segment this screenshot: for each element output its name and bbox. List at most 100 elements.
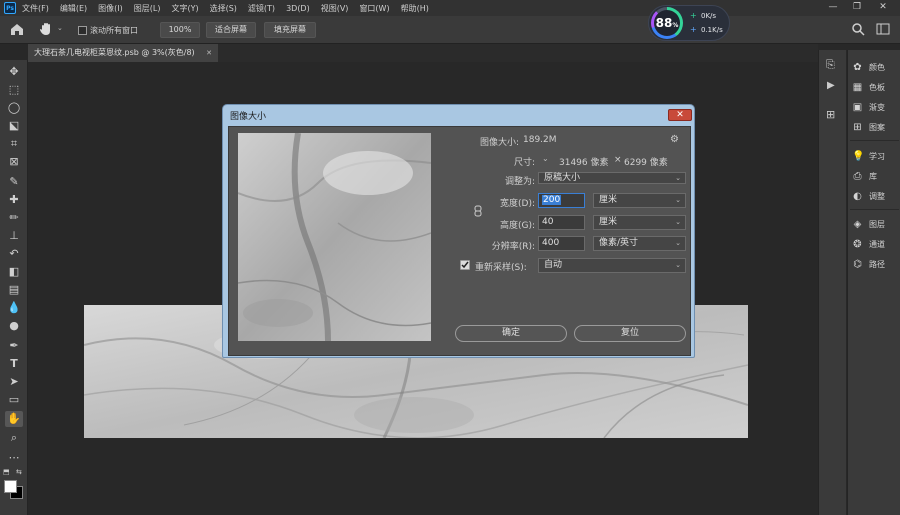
menu-file[interactable]: 文件(F): [22, 3, 49, 14]
layers-icon: ◈: [853, 218, 862, 230]
download-arrow-icon: +: [690, 25, 697, 34]
width-unit-select[interactable]: 厘米 ⌄: [593, 193, 686, 208]
resolution-unit-select[interactable]: 像素/英寸 ⌄: [593, 236, 686, 251]
gradients-icon: ▣: [852, 101, 863, 113]
image-size-dialog: 图像大小 ✕ 图像大小: 189.2M ⚙ 尺寸: ⌄ 31496 像素 × 6…: [222, 104, 695, 358]
image-preview[interactable]: [238, 133, 431, 341]
document-tab[interactable]: 大理石茶几电视柜菜恩纹.psb @ 3%(灰色/8) ✕: [28, 44, 218, 62]
history-brush-tool-icon[interactable]: ↶: [5, 246, 23, 262]
reset-button[interactable]: 复位: [574, 325, 686, 342]
tools-panel: ✥ ⬚ ◯ ⬕ ⌗ ⊠ ✎ ✚ ✏ ⊥ ↶ ◧ ▤ 💧 ● ✒ T ➤ ▭ ✋ …: [0, 60, 28, 515]
photoshop-logo: Ps: [4, 2, 16, 14]
type-tool-icon[interactable]: T: [5, 356, 23, 372]
download-speed: 0.1K/s: [701, 26, 723, 34]
marquee-tool-icon[interactable]: ⬚: [5, 82, 23, 98]
rectangle-tool-icon[interactable]: ▭: [5, 392, 23, 408]
swatches-icon: ▦: [852, 81, 863, 93]
properties-icon[interactable]: ⊞: [826, 108, 835, 121]
menu-3d[interactable]: 3D(D): [286, 4, 310, 13]
scroll-all-windows-checkbox[interactable]: [78, 26, 87, 35]
settings-gear-icon[interactable]: ⚙: [670, 134, 679, 145]
gradient-tool-icon[interactable]: ▤: [5, 282, 23, 298]
panel-learn[interactable]: 💡 学习: [852, 149, 885, 163]
home-icon[interactable]: [8, 21, 26, 37]
eraser-tool-icon[interactable]: ◧: [5, 264, 23, 280]
menu-window[interactable]: 窗口(W): [359, 3, 389, 14]
height-value: 40: [542, 217, 554, 227]
close-window-button[interactable]: ✕: [876, 1, 890, 13]
minimize-button[interactable]: —: [826, 1, 840, 13]
menu-layer[interactable]: 图层(L): [134, 3, 161, 14]
foreground-color-swatch[interactable]: [4, 480, 17, 493]
menu-type[interactable]: 文字(Y): [171, 3, 198, 14]
panel-adjustments-label: 调整: [869, 191, 885, 201]
dimensions-chevron-icon[interactable]: ⌄: [542, 154, 549, 163]
move-tool-icon[interactable]: ✥: [5, 64, 23, 80]
zoom-tool-icon[interactable]: ⌕: [5, 430, 23, 446]
resample-method-select[interactable]: 自动 ⌄: [538, 258, 686, 273]
default-colors-icon[interactable]: ⬒: [3, 468, 10, 476]
blur-tool-icon[interactable]: 💧: [5, 300, 23, 316]
menu-filter[interactable]: 滤镜(T): [248, 3, 275, 14]
eyedropper-tool-icon[interactable]: ✎: [5, 174, 23, 190]
chevron-down-icon: ⌄: [675, 261, 681, 269]
dodge-tool-icon[interactable]: ●: [5, 318, 23, 334]
frame-tool-icon[interactable]: ⊠: [5, 154, 23, 170]
workspace-icon[interactable]: [876, 22, 890, 36]
upload-speed: 0K/s: [701, 12, 717, 20]
panel-paths[interactable]: ⌬ 路径: [852, 257, 885, 271]
panel-patterns[interactable]: ⊞ 图案: [852, 120, 885, 134]
hand-tool-active-icon[interactable]: ✋: [5, 411, 23, 427]
object-select-tool-icon[interactable]: ⬕: [5, 118, 23, 134]
ok-button[interactable]: 确定: [455, 325, 567, 342]
resolution-input[interactable]: 400: [538, 236, 585, 251]
learn-icon: 💡: [852, 150, 865, 162]
zoom-100-button[interactable]: 100%: [160, 22, 200, 38]
clone-stamp-tool-icon[interactable]: ⊥: [5, 228, 23, 244]
width-label: 宽度(D):: [500, 199, 535, 209]
width-value: 200: [542, 195, 562, 205]
panel-channels[interactable]: ❂ 通道: [852, 237, 885, 251]
close-tab-icon[interactable]: ✕: [206, 44, 212, 62]
hand-tool-icon[interactable]: [38, 21, 54, 37]
lasso-tool-icon[interactable]: ◯: [5, 100, 23, 116]
panel-libraries[interactable]: ⎙ 库: [852, 169, 878, 183]
panel-layers[interactable]: ◈ 图层: [852, 217, 885, 231]
menu-help[interactable]: 帮助(H): [401, 3, 429, 14]
height-unit-select[interactable]: 厘米 ⌄: [593, 215, 686, 230]
healing-brush-tool-icon[interactable]: ✚: [5, 192, 23, 208]
panel-color[interactable]: ✿ 颜色: [852, 60, 885, 74]
chevron-down-icon: ⌄: [675, 196, 681, 204]
panel-adjustments[interactable]: ◐ 调整: [852, 189, 885, 203]
history-icon[interactable]: ⎘: [826, 58, 835, 72]
menu-view[interactable]: 视图(V): [321, 3, 349, 14]
fill-screen-button[interactable]: 填充屏幕: [264, 22, 316, 38]
crop-tool-icon[interactable]: ⌗: [5, 136, 23, 152]
path-select-tool-icon[interactable]: ➤: [5, 374, 23, 390]
memory-gauge-value: 88%: [654, 10, 680, 36]
panel-gradients[interactable]: ▣ 渐变: [852, 100, 885, 114]
menu-image[interactable]: 图像(I): [98, 3, 123, 14]
fit-to-label: 调整为:: [504, 177, 535, 187]
restore-button[interactable]: ❐: [850, 1, 864, 13]
width-input[interactable]: 200: [538, 193, 585, 208]
memory-percent: 88: [655, 16, 673, 30]
menu-edit[interactable]: 编辑(E): [60, 3, 87, 14]
resolution-value: 400: [542, 238, 560, 248]
width-unit-value: 厘米: [599, 195, 618, 205]
fit-to-select[interactable]: 原稿大小 ⌄: [538, 172, 686, 184]
brush-tool-icon[interactable]: ✏: [5, 210, 23, 226]
dialog-close-button[interactable]: ✕: [668, 109, 692, 121]
height-input[interactable]: 40: [538, 215, 585, 230]
search-icon[interactable]: [851, 22, 865, 36]
pen-tool-icon[interactable]: ✒: [5, 338, 23, 354]
actions-play-icon[interactable]: ▶: [827, 80, 835, 91]
more-tools-icon[interactable]: ⋯: [5, 450, 23, 466]
fit-screen-button[interactable]: 适合屏幕: [206, 22, 256, 38]
swap-colors-icon[interactable]: ⇆: [16, 468, 22, 476]
panel-swatches[interactable]: ▦ 色板: [852, 80, 885, 94]
right-icon-strip: ⎘ ▶ ⊞: [818, 50, 846, 515]
resample-checkbox[interactable]: [460, 260, 470, 270]
chevron-down-icon[interactable]: ⌄: [57, 24, 63, 32]
menu-select[interactable]: 选择(S): [210, 3, 237, 14]
